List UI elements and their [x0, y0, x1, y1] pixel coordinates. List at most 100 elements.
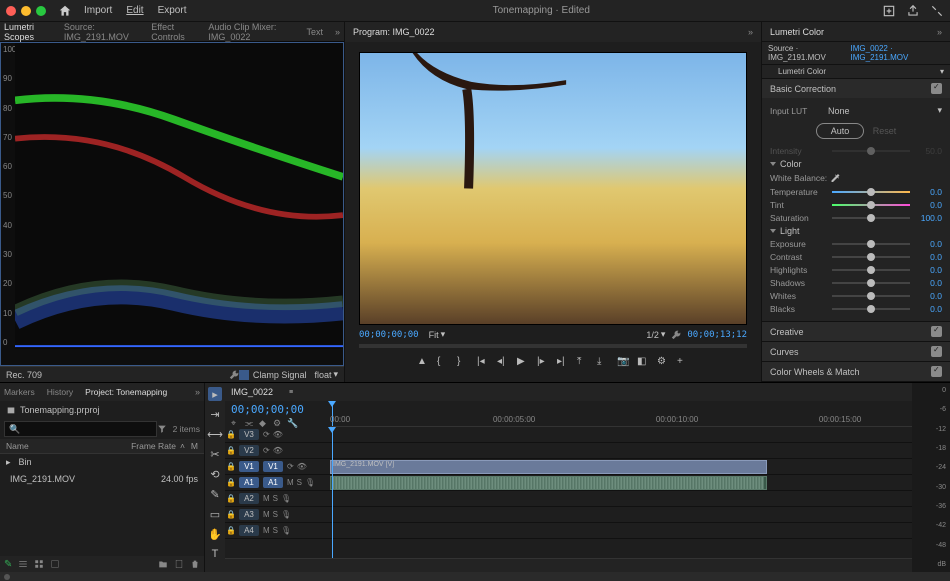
lumetri-fx-select[interactable]: Lumetri Color — [778, 67, 826, 76]
tab-effect-controls[interactable]: Effect Controls — [151, 22, 196, 42]
icon-view-icon[interactable] — [34, 559, 44, 569]
highlights-slider[interactable] — [832, 269, 910, 271]
solo-icon[interactable]: S — [273, 510, 278, 519]
enable-checkbox[interactable] — [931, 326, 942, 337]
sync-lock-icon[interactable]: ⟳ — [263, 446, 270, 455]
video-clip[interactable]: IMG_2191.MOV [V] — [330, 460, 767, 474]
sort-asc-icon[interactable]: ˄ — [180, 441, 185, 451]
lock-icon[interactable]: 🔒 — [225, 526, 237, 535]
settings-icon[interactable]: ⚙ — [657, 356, 669, 368]
list-view-icon[interactable] — [18, 559, 28, 569]
go-to-in-icon[interactable]: |◂ — [477, 356, 489, 368]
input-lut-dropdown[interactable]: None — [828, 106, 937, 116]
funnel-icon[interactable] — [157, 424, 167, 434]
col-framerate[interactable]: Frame Rate — [131, 441, 176, 451]
track-v3[interactable]: V3 — [239, 429, 259, 440]
shadows-value[interactable]: 0.0 — [914, 278, 942, 288]
workspace-edit[interactable]: Edit — [126, 5, 143, 16]
voiceover-icon[interactable]: 🎙 — [281, 526, 291, 535]
chevron-down-icon[interactable]: ▾ — [441, 329, 446, 340]
saturation-slider[interactable] — [832, 217, 910, 219]
wrench-icon[interactable] — [671, 330, 681, 340]
ripple-edit-tool-icon[interactable]: ⟷ — [208, 427, 222, 441]
sync-lock-icon[interactable]: ⟳ — [287, 462, 294, 471]
tint-value[interactable]: 0.0 — [914, 200, 942, 210]
project-item-clip[interactable]: IMG_2191.MOV 24.00 fps — [0, 471, 204, 487]
blacks-slider[interactable] — [832, 308, 910, 310]
workspace-import[interactable]: Import — [84, 5, 112, 16]
step-fwd-icon[interactable]: |▸ — [537, 356, 549, 368]
solo-icon[interactable]: S — [297, 478, 302, 487]
chevron-down-icon[interactable]: ▾ — [940, 67, 944, 76]
tab-lumetri-scopes[interactable]: Lumetri Scopes — [4, 22, 52, 42]
shadows-slider[interactable] — [832, 282, 910, 284]
close-window-icon[interactable] — [6, 6, 16, 16]
reset-button[interactable]: Reset — [873, 126, 897, 136]
exposure-value[interactable]: 0.0 — [914, 239, 942, 249]
workspace-export[interactable]: Export — [158, 5, 187, 16]
track-content[interactable]: IMG_2191.MOV [V] — [330, 427, 912, 558]
timecode-in[interactable]: 00;00;00;00 — [359, 330, 419, 340]
quick-export-icon[interactable] — [882, 4, 896, 18]
play-icon[interactable]: ▶ — [517, 356, 529, 368]
search-input[interactable] — [4, 421, 157, 437]
wrench-icon[interactable] — [229, 370, 239, 380]
lock-icon[interactable]: 🔒 — [225, 494, 237, 503]
slip-tool-icon[interactable]: ⟲ — [208, 467, 222, 481]
lock-icon[interactable]: 🔒 — [225, 446, 237, 455]
scope-colorspace[interactable]: Rec. 709 — [6, 370, 42, 380]
float-dropdown[interactable]: float — [314, 370, 331, 380]
chevron-down-icon[interactable]: ▾ — [333, 369, 338, 380]
temperature-slider[interactable] — [832, 191, 910, 193]
tab-history[interactable]: History — [47, 387, 73, 397]
solo-icon[interactable]: S — [273, 526, 278, 535]
timeline-timecode[interactable]: 00;00;00;00 — [231, 403, 324, 416]
track-a3[interactable]: A3 — [239, 509, 259, 520]
collapse-icon[interactable]: » — [937, 27, 942, 37]
lock-icon[interactable]: 🔒 — [225, 478, 237, 487]
track-target-a1[interactable]: A1 — [239, 477, 259, 488]
razor-tool-icon[interactable]: ✂ — [208, 447, 222, 461]
section-curves[interactable]: Curves — [762, 342, 950, 361]
new-item-icon[interactable] — [174, 559, 184, 569]
section-creative[interactable]: Creative — [762, 322, 950, 341]
export-frame-icon[interactable]: 📷 — [617, 356, 629, 368]
minimize-window-icon[interactable] — [21, 6, 31, 16]
track-target-v1[interactable]: V1 — [239, 461, 259, 472]
auto-button[interactable]: Auto — [816, 123, 865, 139]
pencil-icon[interactable]: ✎ — [4, 559, 12, 570]
col-metadata[interactable]: M — [191, 441, 198, 451]
scrub-bar[interactable] — [359, 344, 747, 348]
sync-lock-icon[interactable]: ⟳ — [263, 430, 270, 439]
lock-icon[interactable]: 🔒 — [225, 510, 237, 519]
eye-icon[interactable]: 👁 — [297, 462, 307, 471]
lock-icon[interactable]: 🔒 — [225, 462, 237, 471]
voiceover-icon[interactable]: 🎙 — [281, 494, 291, 503]
voiceover-icon[interactable]: 🎙 — [305, 478, 315, 487]
track-a4[interactable]: A4 — [239, 525, 259, 536]
sequence-menu-icon[interactable]: ≡ — [289, 389, 293, 396]
home-icon[interactable] — [58, 4, 72, 18]
fit-dropdown[interactable]: Fit — [429, 330, 439, 340]
disclosure-icon[interactable] — [770, 162, 776, 166]
compare-icon[interactable]: ◧ — [637, 356, 649, 368]
saturation-value[interactable]: 100.0 — [914, 213, 942, 223]
mute-icon[interactable]: M — [287, 478, 294, 487]
resolution-dropdown[interactable]: 1/2 — [646, 330, 659, 340]
temperature-value[interactable]: 0.0 — [914, 187, 942, 197]
track-a2[interactable]: A2 — [239, 493, 259, 504]
time-ruler[interactable]: 00:00 00:00:05:00 00:00:10:00 00:00:15:0… — [330, 401, 912, 427]
trash-icon[interactable] — [190, 559, 200, 569]
rectangle-tool-icon[interactable]: ▭ — [208, 507, 222, 521]
pen-tool-icon[interactable]: ✎ — [208, 487, 222, 501]
mark-in-icon[interactable]: { — [437, 356, 449, 368]
contrast-slider[interactable] — [832, 256, 910, 258]
program-monitor[interactable] — [359, 52, 747, 325]
collapse-icon[interactable]: » — [195, 387, 200, 397]
tab-sequence[interactable]: IMG_0022 — [231, 387, 273, 397]
lock-icon[interactable]: 🔒 — [225, 430, 237, 439]
track-v2[interactable]: V2 — [239, 445, 259, 456]
highlights-value[interactable]: 0.0 — [914, 265, 942, 275]
chevron-down-icon[interactable]: ▾ — [661, 329, 666, 340]
eye-icon[interactable]: 👁 — [273, 446, 283, 455]
